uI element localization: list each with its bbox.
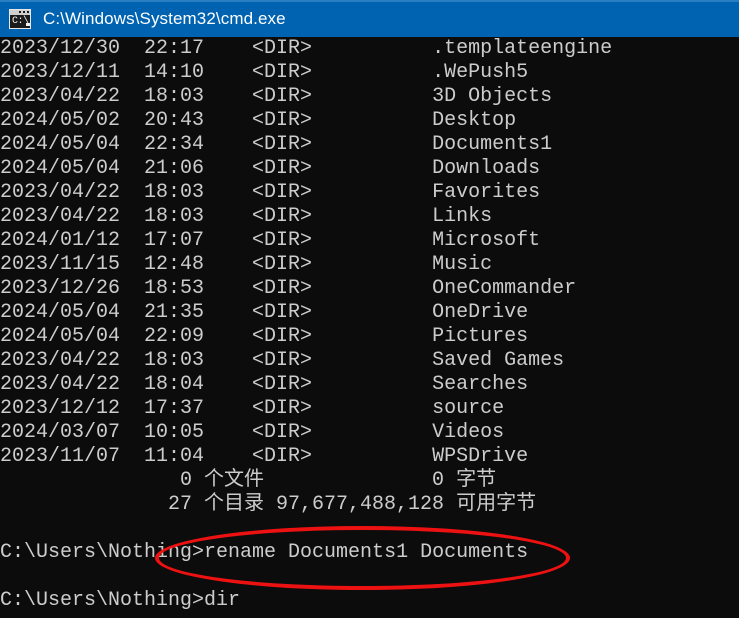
- console-line: 2024/05/04 21:35 <DIR> OneDrive: [0, 301, 529, 324]
- window-title: C:\Windows\System32\cmd.exe: [43, 8, 286, 28]
- console-line: 2024/05/04 22:34 <DIR> Documents1: [0, 133, 553, 156]
- console-line: 2024/03/07 10:05 <DIR> Videos: [0, 421, 505, 444]
- console-line: C:\Users\Nothing>rename Documents1 Docum…: [0, 541, 529, 564]
- window-titlebar[interactable]: C:\ C:\Windows\System32\cmd.exe: [0, 0, 739, 37]
- console-line: 2023/12/26 18:53 <DIR> OneCommander: [0, 277, 577, 300]
- console-line: 2024/01/12 17:07 <DIR> Microsoft: [0, 229, 541, 252]
- console-line: 0 个文件 0 字节: [0, 469, 497, 492]
- console-line: 2024/05/04 21:06 <DIR> Downloads: [0, 157, 541, 180]
- console-line: 2023/04/22 18:03 <DIR> 3D Objects: [0, 85, 553, 108]
- icon-titlestrip: [10, 9, 30, 15]
- console-line: 2023/12/30 22:17 <DIR> .templateengine: [0, 37, 613, 60]
- icon-maximize-dot: [23, 10, 25, 13]
- console-line: 2023/04/22 18:04 <DIR> Searches: [0, 373, 529, 396]
- console-line: 27 个目录 97,677,488,128 可用字节: [0, 493, 537, 516]
- console-line: C:\Users\Nothing>dir: [0, 589, 241, 612]
- console-line: 2023/12/11 14:10 <DIR> .WePush5: [0, 61, 529, 84]
- icon-cursor-block: [26, 22, 30, 26]
- console-output[interactable]: 2023/12/30 22:17 <DIR> .templateengine 20…: [0, 37, 739, 618]
- cmd-console-icon: C:\: [9, 8, 31, 29]
- console-line: 2023/11/15 12:48 <DIR> Music: [0, 253, 493, 276]
- cmd-console-window: C:\ C:\Windows\System32\cmd.exe 2023/12/…: [0, 0, 739, 618]
- console-line: 2023/12/12 17:37 <DIR> source: [0, 397, 505, 420]
- console-line: 2024/05/04 22:09 <DIR> Pictures: [0, 325, 529, 348]
- console-line: 2023/04/22 18:03 <DIR> Links: [0, 205, 493, 228]
- icon-minimize-dot: [19, 10, 21, 13]
- console-line: 2023/11/07 11:04 <DIR> WPSDrive: [0, 445, 529, 468]
- icon-close-dot: [27, 10, 29, 13]
- console-line: 2023/04/22 18:03 <DIR> Favorites: [0, 181, 541, 204]
- console-line: 2024/05/02 20:43 <DIR> Desktop: [0, 109, 517, 132]
- console-line: 2023/04/22 18:03 <DIR> Saved Games: [0, 349, 565, 372]
